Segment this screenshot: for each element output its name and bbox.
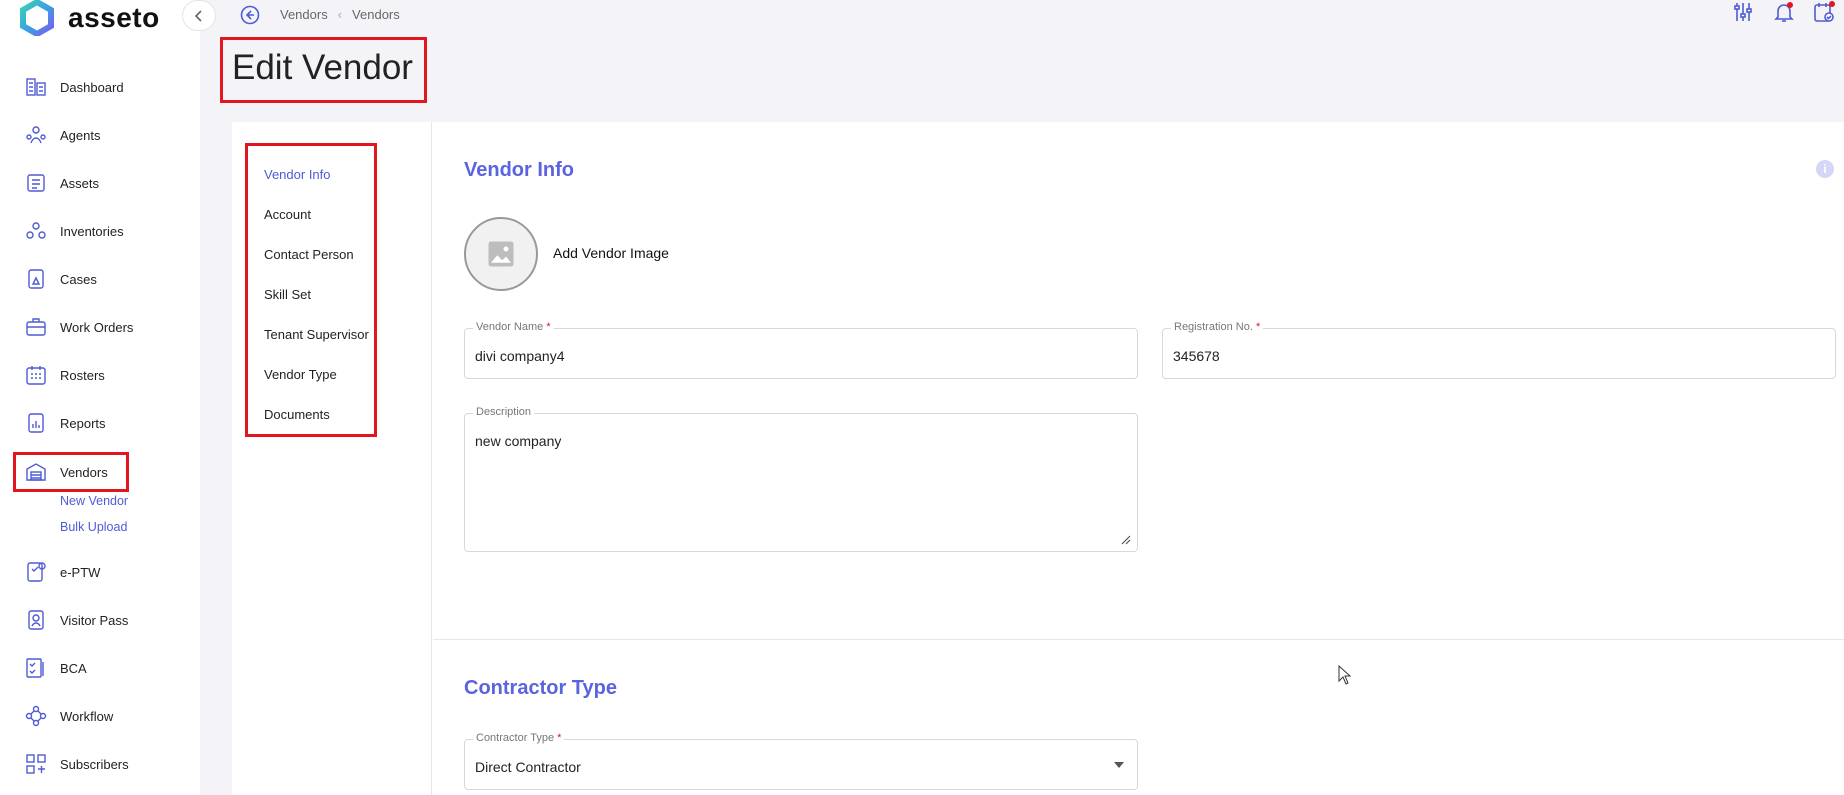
sidebar-item-label: Agents	[60, 127, 101, 143]
brand-logo[interactable]: asseto	[20, 0, 160, 36]
sidebar-item-label: Subscribers	[60, 756, 129, 772]
subscribers-icon	[26, 754, 46, 774]
sidebar-item-workflow[interactable]: Workflow	[24, 703, 113, 729]
workflow-icon	[25, 705, 47, 727]
inventories-icon	[26, 222, 46, 239]
back-arrow-icon[interactable]	[240, 5, 260, 25]
section-nav-account[interactable]: Account	[264, 207, 311, 222]
section-nav-contact-person[interactable]: Contact Person	[264, 247, 354, 262]
calendar-check-icon[interactable]	[1812, 0, 1836, 24]
sidebar-item-label: Cases	[60, 271, 97, 287]
registration-no-value: 345678	[1173, 348, 1220, 364]
section-nav-vendor-info[interactable]: Vendor Info	[264, 167, 331, 182]
section-nav-tenant-supervisor[interactable]: Tenant Supervisor	[264, 327, 369, 342]
agents-icon	[26, 126, 46, 144]
section-divider	[433, 639, 1844, 640]
info-icon[interactable]: i	[1816, 160, 1834, 178]
vendor-form-card: Vendor Info Account Contact Person Skill…	[232, 122, 1844, 795]
brand-name: asseto	[68, 2, 160, 33]
sidebar-item-subscribers[interactable]: Subscribers	[24, 751, 129, 777]
vendor-image-upload[interactable]	[464, 217, 538, 291]
sidebar-subitem-bulk-upload[interactable]: Bulk Upload	[60, 520, 127, 534]
sidebar-item-inventories[interactable]: Inventories	[24, 218, 124, 244]
section-title-contractor-type: Contractor Type	[464, 677, 617, 699]
vendor-name-label: Vendor Name *	[473, 321, 554, 333]
description-label: Description	[473, 406, 535, 418]
page-title: Edit Vendor	[232, 48, 413, 87]
filter-sliders-icon[interactable]	[1731, 0, 1755, 24]
vendors-highlight-box	[13, 452, 129, 492]
registration-no-label: Registration No. *	[1171, 321, 1264, 333]
work-orders-icon	[26, 318, 46, 336]
rosters-icon	[26, 366, 46, 385]
resize-handle-icon[interactable]	[1121, 535, 1131, 545]
sidebar: asseto Dashboard Agents Assets Inventori…	[0, 0, 216, 795]
sidebar-item-label: Assets	[60, 175, 100, 191]
asseto-logo-icon	[20, 0, 54, 36]
vendor-name-label-text: Vendor Name	[476, 321, 544, 333]
sidebar-item-eptw[interactable]: e-PTW	[24, 559, 100, 585]
sidebar-item-assets[interactable]: Assets	[24, 170, 99, 196]
sidebar-item-visitor-pass[interactable]: Visitor Pass	[24, 607, 128, 633]
sidebar-collapse-button[interactable]	[182, 0, 216, 31]
required-mark: *	[1255, 321, 1261, 333]
contractor-type-select[interactable]: Contractor Type * Direct Contractor	[464, 732, 1138, 790]
sidebar-item-label: BCA	[60, 660, 87, 676]
sidebar-item-cases[interactable]: Cases	[24, 266, 97, 292]
breadcrumb: Vendors ‹ Vendors	[280, 7, 400, 22]
bca-icon	[26, 658, 44, 678]
mouse-cursor-icon	[1338, 665, 1352, 685]
notification-bell-icon[interactable]	[1772, 0, 1796, 24]
section-title-vendor-info: Vendor Info	[464, 159, 574, 181]
sidebar-item-label: Work Orders	[60, 319, 134, 335]
vendor-name-field[interactable]: Vendor Name * divi company4	[464, 321, 1138, 379]
sidebar-item-bca[interactable]: BCA	[24, 655, 87, 681]
vendor-section-nav: Vendor Info Account Contact Person Skill…	[232, 122, 432, 795]
chevron-left-icon	[194, 9, 202, 22]
sidebar-item-label: Dashboard	[60, 79, 124, 95]
image-placeholder-icon	[488, 241, 514, 267]
sidebar-item-reports[interactable]: Reports	[24, 410, 106, 436]
sidebar-item-label: Rosters	[60, 367, 105, 383]
contractor-type-label: Contractor Type *	[473, 732, 565, 744]
sidebar-item-label: Workflow	[60, 708, 114, 724]
sidebar-item-rosters[interactable]: Rosters	[24, 362, 105, 388]
description-textarea[interactable]: Description new company	[464, 406, 1138, 552]
reports-icon	[28, 413, 44, 433]
required-mark: *	[557, 732, 562, 744]
vendor-name-value: divi company4	[475, 348, 565, 364]
required-mark: *	[546, 321, 551, 333]
section-nav-documents[interactable]: Documents	[264, 407, 330, 422]
visitor-pass-icon	[28, 610, 44, 630]
section-nav-skill-set[interactable]: Skill Set	[264, 287, 311, 302]
sidebar-item-label: Inventories	[60, 223, 124, 239]
breadcrumb-item-current: Vendors	[352, 7, 400, 22]
section-nav-vendor-type[interactable]: Vendor Type	[264, 367, 337, 382]
sidebar-subitem-new-vendor[interactable]: New Vendor	[60, 494, 128, 508]
registration-no-label-text: Registration No.	[1174, 321, 1253, 333]
sidebar-item-agents[interactable]: Agents	[24, 122, 100, 148]
add-vendor-image-label[interactable]: Add Vendor Image	[553, 245, 669, 261]
contractor-type-label-text: Contractor Type	[476, 732, 555, 744]
sidebar-item-dashboard[interactable]: Dashboard	[24, 74, 124, 100]
assets-icon	[27, 174, 45, 192]
registration-no-field[interactable]: Registration No. * 345678	[1162, 321, 1836, 379]
chevron-left-icon: ‹	[337, 7, 343, 22]
description-value: new company	[475, 433, 562, 449]
sidebar-item-label: Reports	[60, 415, 106, 431]
cases-icon	[28, 269, 44, 289]
chevron-down-icon	[1114, 762, 1124, 768]
contractor-type-value: Direct Contractor	[475, 759, 581, 775]
breadcrumb-item[interactable]: Vendors	[280, 7, 328, 22]
eptw-icon	[27, 562, 46, 582]
sidebar-item-work-orders[interactable]: Work Orders	[24, 314, 133, 340]
sidebar-item-label: Visitor Pass	[60, 612, 129, 628]
sidebar-item-label: e-PTW	[60, 564, 101, 580]
dashboard-icon	[26, 78, 46, 96]
